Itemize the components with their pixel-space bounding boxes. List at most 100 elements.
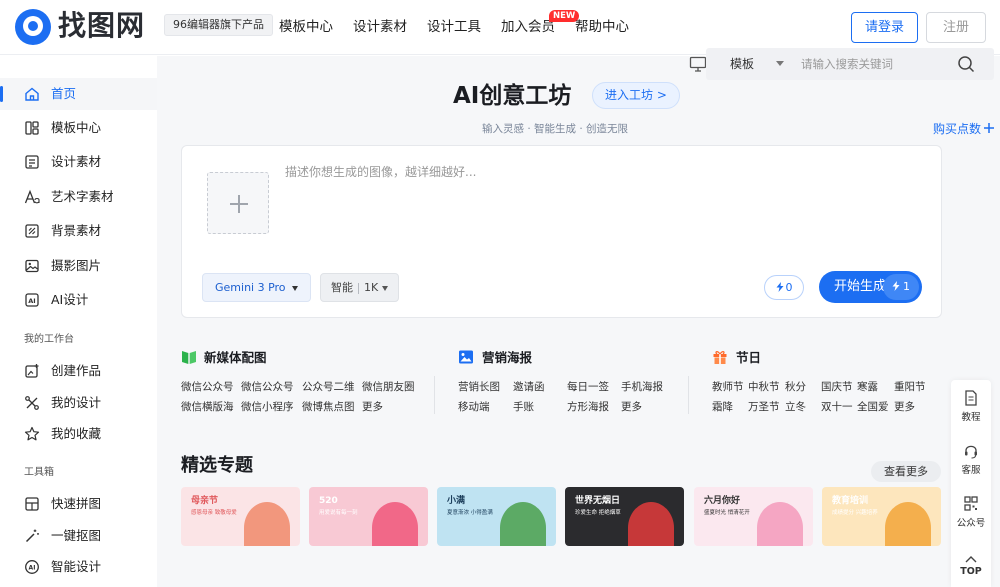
category-link[interactable]: 教师节: [712, 380, 744, 394]
category-title-holidays[interactable]: 节日: [736, 349, 761, 367]
monitor-icon[interactable]: [689, 55, 707, 73]
sidebar-item-label: 摄影图片: [51, 258, 102, 273]
sidebar-item-fonts[interactable]: 艺术字素材: [0, 181, 157, 213]
rail-back-to-top[interactable]: TOP: [951, 552, 991, 582]
sidebar-item-materials[interactable]: 设计素材: [0, 146, 157, 178]
enter-workshop-button[interactable]: 进入工坊 >: [592, 82, 680, 109]
smart-design-icon: AI: [25, 560, 39, 574]
search-input[interactable]: [801, 54, 951, 74]
category-title-new-media[interactable]: 新媒体配图: [204, 349, 267, 367]
topic-illustration: [628, 502, 674, 546]
ai-icon: AI: [25, 293, 39, 307]
category-link[interactable]: 秋分: [785, 380, 806, 394]
points-balance[interactable]: 0: [764, 275, 804, 300]
sidebar-item-favorites[interactable]: 我的收藏: [0, 418, 157, 450]
category-link[interactable]: 中秋节: [748, 380, 780, 394]
lightning-icon: [776, 282, 783, 292]
plus-icon[interactable]: [983, 122, 995, 134]
category-title-marketing[interactable]: 营销海报: [482, 349, 532, 367]
topic-card[interactable]: 520 用爱说有每一刻: [309, 487, 428, 546]
category-link[interactable]: 霜降: [712, 400, 733, 414]
category-link[interactable]: 微信公众号: [181, 380, 234, 394]
logo-icon[interactable]: [15, 9, 51, 45]
category-link[interactable]: 手机海报: [621, 380, 663, 394]
sidebar-item-my-design[interactable]: 我的设计: [0, 387, 157, 419]
divider: [434, 376, 435, 414]
category-link[interactable]: 邀请函: [513, 380, 545, 394]
category-link[interactable]: 寒露: [857, 380, 878, 394]
category-link[interactable]: 微信横版海: [181, 400, 234, 414]
buy-points-link[interactable]: 购买点数: [933, 120, 981, 138]
chevron-down-icon[interactable]: [776, 61, 784, 66]
logo-text[interactable]: 找图网: [58, 8, 145, 44]
rail-support[interactable]: 客服: [951, 443, 991, 487]
divider: [688, 376, 689, 414]
search-icon[interactable]: [957, 55, 975, 73]
category-link[interactable]: 微博焦点图: [302, 400, 355, 414]
prompt-input[interactable]: [285, 163, 885, 203]
login-button[interactable]: 请登录: [851, 12, 918, 43]
sidebar-item-smart-design[interactable]: AI 智能设计: [0, 551, 157, 583]
category-link[interactable]: 微信朋友圈: [362, 380, 415, 394]
topic-subtitle: 夏意渐浓 小得盈满: [447, 510, 493, 516]
nav-membership[interactable]: 加入会员: [501, 17, 555, 37]
topic-card[interactable]: 教育培训 成绩提分 兴趣培养: [822, 487, 941, 546]
topic-subtitle: 用爱说有每一刻: [319, 510, 358, 516]
nav-tools[interactable]: 设计工具: [427, 17, 481, 37]
register-button[interactable]: 注册: [926, 12, 986, 43]
magic-wand-icon: [25, 529, 39, 543]
category-link[interactable]: 更多: [894, 400, 915, 414]
document-icon: [965, 390, 977, 406]
category-link[interactable]: 重阳节: [894, 380, 926, 394]
category-link[interactable]: 移动端: [458, 400, 490, 414]
category-link[interactable]: 营销长图: [458, 380, 500, 394]
resolution-select[interactable]: 智能 1K: [320, 273, 400, 302]
upload-image-button[interactable]: [207, 172, 269, 234]
category-link[interactable]: 微信公众号: [241, 380, 294, 394]
nav-help[interactable]: 帮助中心: [575, 17, 629, 37]
view-more-button[interactable]: 查看更多: [871, 461, 941, 482]
topic-subtitle: 盛夏时光 悄清花开: [704, 510, 750, 516]
sidebar-item-collage[interactable]: 快速拼图: [0, 488, 157, 520]
category-link[interactable]: 方形海报: [567, 400, 609, 414]
svg-text:AI: AI: [29, 565, 36, 572]
category-link[interactable]: 全国爱: [857, 400, 889, 414]
star-icon: [24, 426, 40, 441]
category-link[interactable]: 国庆节: [821, 380, 853, 394]
topic-card[interactable]: 六月你好 盛夏时光 悄清花开: [694, 487, 813, 546]
topic-card[interactable]: 母亲节 感恩母亲 致敬母爱: [181, 487, 300, 546]
start-generate-button[interactable]: 开始生成 1: [819, 271, 922, 303]
model-select[interactable]: Gemini 3 Pro: [202, 273, 311, 302]
rail-tutorial[interactable]: 教程: [951, 390, 991, 434]
category-link[interactable]: 微信小程序: [241, 400, 294, 414]
sidebar-item-create[interactable]: 创建作品: [0, 355, 157, 387]
category-link[interactable]: 更多: [621, 400, 642, 414]
category-link[interactable]: 双十一: [821, 400, 853, 414]
topic-illustration: [500, 502, 546, 546]
topic-card[interactable]: 世界无烟日 珍爱生命 拒绝烟草: [565, 487, 684, 546]
category-link[interactable]: 更多: [362, 400, 383, 414]
nav-templates[interactable]: 模板中心: [279, 17, 333, 37]
sidebar-item-photos[interactable]: 摄影图片: [0, 250, 157, 282]
search-type-select[interactable]: 模板: [730, 55, 754, 73]
my-design-icon: [25, 396, 39, 410]
topic-title: 教育培训: [832, 496, 869, 506]
sidebar-item-ai-design[interactable]: AI AI设计: [0, 284, 157, 316]
category-link[interactable]: 公众号二维: [302, 380, 355, 394]
sidebar-item-cutout[interactable]: 一键抠图: [0, 520, 157, 552]
category-link[interactable]: 手账: [513, 400, 534, 414]
search-bar: 模板: [706, 48, 994, 80]
nav-materials[interactable]: 设计素材: [353, 17, 407, 37]
category-link[interactable]: 每日一签: [567, 380, 609, 394]
category-link[interactable]: 万圣节: [748, 400, 780, 414]
sidebar-item-backgrounds[interactable]: 背景素材: [0, 215, 157, 247]
topic-subtitle: 珍爱生命 拒绝烟草: [575, 510, 621, 516]
sidebar-item-templates[interactable]: 模板中心: [0, 112, 157, 144]
qrcode-icon: [964, 496, 978, 511]
topic-card[interactable]: 小满 夏意渐浓 小得盈满: [437, 487, 556, 546]
rail-wechat[interactable]: 公众号: [951, 496, 991, 540]
sidebar-item-label: AI设计: [51, 292, 89, 307]
sidebar: 首页 模板中心 设计素材 艺术字素材 背景素材 摄影图片 AI AI设计 我的工…: [0, 56, 157, 587]
sidebar-item-home[interactable]: 首页: [0, 78, 157, 110]
category-link[interactable]: 立冬: [785, 400, 806, 414]
